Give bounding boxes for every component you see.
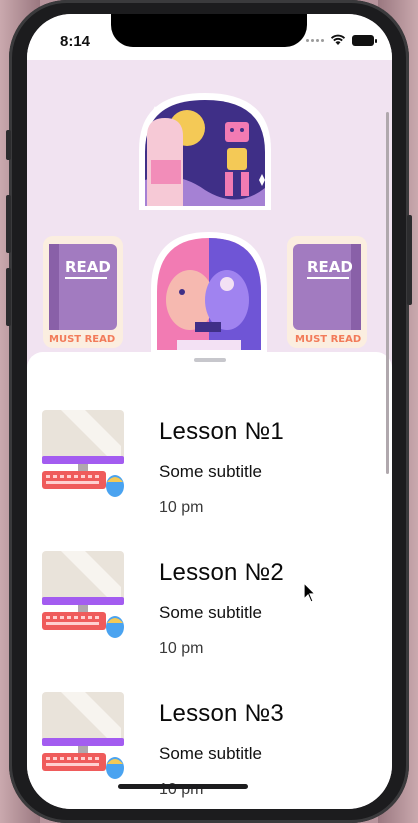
lessons-sheet[interactable]: Lesson №1 Some subtitle 10 pm Lesson №2 … — [27, 352, 392, 809]
mute-switch — [6, 130, 11, 160]
mouse-cursor-icon — [303, 582, 317, 603]
home-indicator[interactable] — [118, 784, 248, 789]
robot-doorway-sticker — [139, 93, 271, 210]
wifi-icon — [330, 34, 346, 45]
status-time: 8:14 — [60, 33, 91, 50]
volume-up-button — [6, 195, 11, 253]
power-button — [407, 215, 412, 305]
sheet-grabber[interactable] — [194, 358, 226, 362]
book-caption-right: MUST READ — [295, 334, 361, 345]
read-book-sticker-left: READ MUST READ — [43, 236, 123, 348]
lesson-item[interactable]: Lesson №2 Some subtitle 10 pm — [41, 551, 371, 671]
scrollbar[interactable] — [386, 112, 389, 474]
book-caption-left: MUST READ — [49, 334, 115, 345]
cellular-dots-icon — [306, 38, 324, 42]
status-icons — [306, 34, 377, 46]
lesson-subtitle: Some subtitle — [159, 603, 262, 622]
lesson-item[interactable]: Lesson №3 Some subtitle 10 pm — [41, 692, 371, 809]
camera-notch — [111, 14, 307, 47]
app-screen: 8:14 READ MUST READ READ MUST READ Lesso… — [27, 14, 392, 809]
lesson-title: Lesson №3 — [159, 700, 284, 727]
book-title-left: READ — [65, 258, 111, 276]
volume-down-button — [6, 268, 11, 326]
read-book-sticker-right: READ MUST READ — [287, 236, 367, 348]
lesson-subtitle: Some subtitle — [159, 462, 262, 481]
lesson-time: 10 pm — [159, 640, 204, 657]
lesson-subtitle: Some subtitle — [159, 744, 262, 763]
lesson-item[interactable]: Lesson №1 Some subtitle 10 pm — [41, 410, 371, 530]
computer-icon — [42, 551, 124, 638]
lesson-time: 10 pm — [159, 499, 204, 516]
battery-icon — [352, 34, 377, 46]
book-title-right: READ — [307, 258, 353, 276]
lesson-title: Lesson №1 — [159, 418, 284, 445]
computer-icon — [42, 410, 124, 497]
computer-icon — [42, 692, 124, 779]
lesson-title: Lesson №2 — [159, 559, 284, 586]
status-bar: 8:14 — [27, 14, 392, 60]
hero-illustration: READ MUST READ READ MUST READ — [43, 93, 367, 354]
half-robot-face-sticker — [151, 232, 267, 354]
